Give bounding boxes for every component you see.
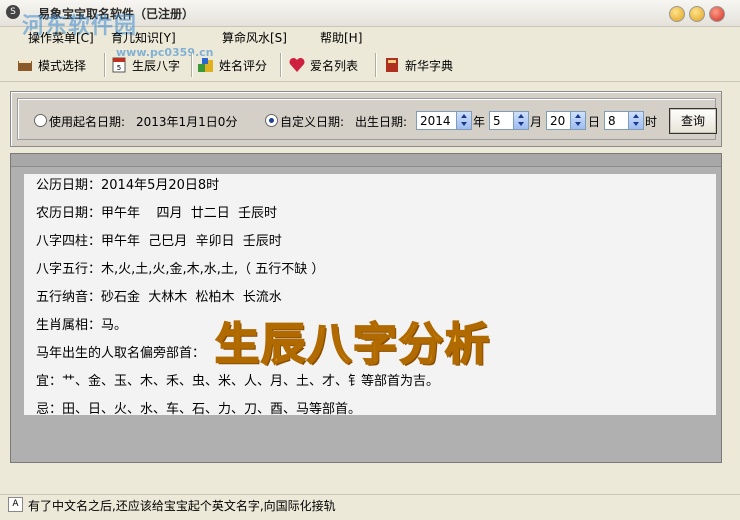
- month-spinner[interactable]: 5: [489, 111, 529, 130]
- mode-select-label: 模式选择: [38, 58, 87, 73]
- result-line-solar-date: 公历日期：2014年5月20日8时: [36, 178, 220, 193]
- toolbar-separator: [375, 53, 377, 77]
- almanac-icon: 5: [112, 57, 126, 73]
- menu-bar: 操作菜单[C] 育儿知识[Y] 算命风水[S] 帮助[H]: [0, 27, 740, 47]
- year-unit: 年: [473, 115, 486, 129]
- result-panel-header: [11, 154, 721, 167]
- name-score-label: 姓名评分: [219, 58, 268, 73]
- result-line-favorable: 宜：艹、金、玉、木、禾、虫、米、人、月、土、才、钅等部首为吉。: [36, 374, 440, 389]
- result-line-lunar-date: 农历日期：甲午年 四月 廿二日 壬辰时: [36, 206, 278, 221]
- bazi-analysis-overlay-title: 生辰八字分析: [214, 318, 491, 371]
- use-naming-date-radio[interactable]: [34, 114, 47, 127]
- dictionary-button[interactable]: 新华字典: [383, 53, 453, 77]
- app-icon: S: [6, 5, 20, 19]
- toolbar-separator: [191, 53, 193, 77]
- title-bar: S 易象宝宝取名软件（已注册） 河东软件园: [0, 0, 740, 39]
- spinner-arrows-icon[interactable]: [570, 112, 585, 129]
- spinner-arrows-icon[interactable]: [513, 112, 528, 129]
- status-icon: A: [8, 497, 23, 512]
- custom-date-radio[interactable]: [265, 114, 278, 127]
- month-value: 5: [493, 114, 501, 128]
- spinner-arrows-icon[interactable]: [628, 112, 643, 129]
- minimize-button[interactable]: [669, 6, 685, 22]
- dictionary-icon: [386, 58, 398, 72]
- status-text: 有了中文名之后,还应该给宝宝起个英文名字,向国际化接轨: [28, 499, 336, 513]
- custom-date-label: 自定义日期:: [280, 115, 345, 129]
- result-line-unfavorable: 忌：田、日、火、水、车、石、力、刀、酉、马等部首。: [36, 402, 362, 417]
- query-button[interactable]: 查询: [669, 108, 717, 134]
- hour-value: 8: [608, 114, 616, 128]
- menu-parenting[interactable]: 育儿知识[Y]: [111, 29, 176, 46]
- hour-unit: 时: [645, 115, 658, 129]
- status-bar: A 有了中文名之后,还应该给宝宝起个英文名字,向国际化接轨: [0, 494, 740, 513]
- toolbar: 模式选择 5 生辰八字 姓名评分 爱名列表 新华字典: [0, 49, 740, 82]
- name-score-button[interactable]: 姓名评分: [197, 53, 267, 77]
- year-spinner[interactable]: 2014: [416, 111, 472, 130]
- result-line-radicals-heading: 马年出生的人取名偏旁部首：: [36, 346, 206, 361]
- close-button[interactable]: [709, 6, 725, 22]
- menu-operation[interactable]: 操作菜单[C]: [28, 29, 94, 46]
- result-line-five-elements: 八字五行：木,火,土,火,金,木,水,土,（ 五行不缺 ）: [36, 262, 325, 277]
- day-unit: 日: [588, 115, 601, 129]
- book-icon: [18, 60, 32, 71]
- use-naming-date-label: 使用起名日期:: [49, 115, 126, 129]
- heart-icon: [289, 57, 305, 72]
- favorite-list-button[interactable]: 爱名列表: [288, 53, 358, 77]
- year-value: 2014: [420, 114, 451, 128]
- month-unit: 月: [530, 115, 543, 129]
- menu-fortune[interactable]: 算命风水[S]: [222, 29, 287, 46]
- menu-help[interactable]: 帮助[H]: [320, 29, 362, 46]
- day-spinner[interactable]: 20: [546, 111, 586, 130]
- bazi-button[interactable]: 5 生辰八字: [110, 53, 180, 77]
- toolbar-separator: [104, 53, 106, 77]
- result-line-four-pillars: 八字四柱：甲午年 己巳月 辛卯日 壬辰时: [36, 234, 282, 249]
- naming-date-value: 2013年1月1日0分: [136, 115, 238, 129]
- result-line-nayin: 五行纳音：砂石金 大林木 松柏木 长流水: [36, 290, 282, 305]
- app-window: S 易象宝宝取名软件（已注册） 河东软件园 操作菜单[C] 育儿知识[Y] 算命…: [0, 0, 740, 520]
- day-value: 20: [550, 114, 566, 128]
- maximize-button[interactable]: [689, 6, 705, 22]
- blocks-icon: [198, 58, 213, 72]
- hour-spinner[interactable]: 8: [604, 111, 644, 130]
- svg-text:5: 5: [117, 64, 121, 72]
- birth-date-label: 出生日期:: [355, 115, 408, 129]
- spinner-arrows-icon[interactable]: [456, 112, 471, 129]
- mode-select-button[interactable]: 模式选择: [16, 53, 86, 77]
- result-line-zodiac: 生肖属相：马。: [36, 318, 128, 333]
- toolbar-separator: [280, 53, 282, 77]
- favorite-list-label: 爱名列表: [310, 58, 359, 73]
- bazi-label: 生辰八字: [132, 58, 181, 73]
- dictionary-label: 新华字典: [405, 58, 454, 73]
